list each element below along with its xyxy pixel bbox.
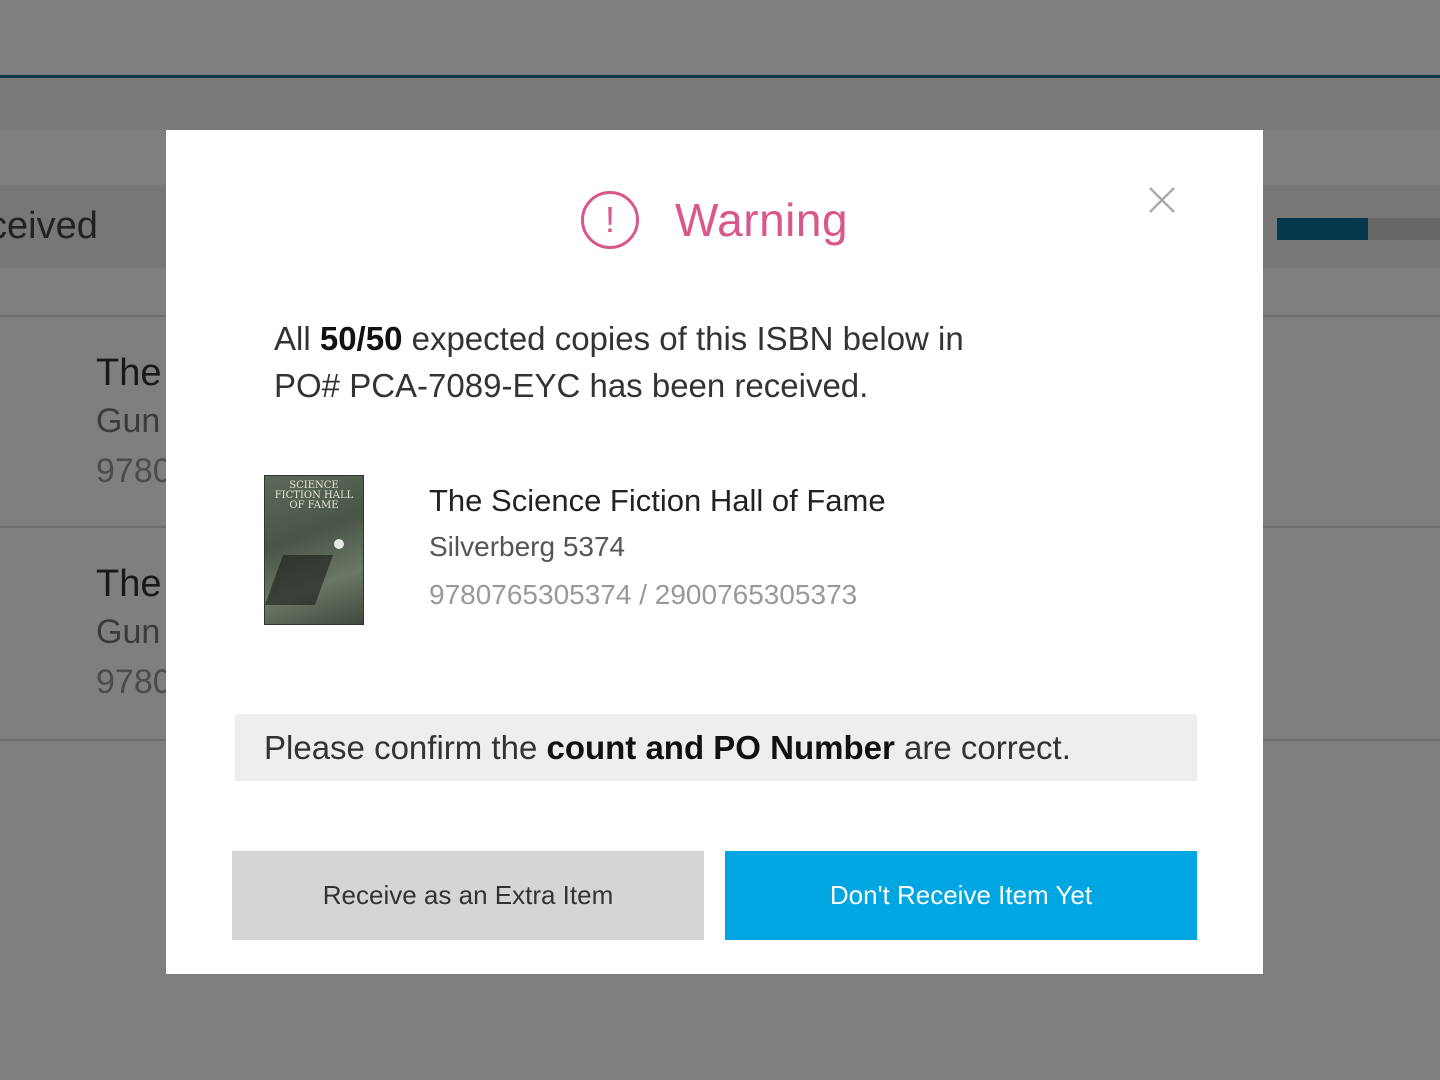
book-author: Silverberg 5374 bbox=[429, 531, 626, 562]
dialog-title: Warning bbox=[674, 194, 849, 246]
confirm-bold: count and PO Number bbox=[546, 728, 895, 766]
cover-shadow bbox=[264, 555, 334, 605]
dont-receive-button[interactable]: Don't Receive Item Yet bbox=[725, 851, 1197, 940]
confirm-notice: Please confirm the count and PO Number a… bbox=[235, 714, 1197, 781]
message-middle: expected copies of this ISBN below in bbox=[402, 320, 964, 357]
message-po-line: PO# PCA-7089-EYC has been received. bbox=[274, 367, 869, 404]
dialog-header: ! Warning bbox=[166, 185, 1263, 255]
book-info: The Science Fiction Hall of Fame Silverb… bbox=[429, 480, 1129, 618]
cover-title: SCIENCE FICTION HALL OF FAME bbox=[274, 480, 354, 511]
book-title: The Science Fiction Hall of Fame bbox=[429, 483, 886, 518]
receive-extra-button[interactable]: Receive as an Extra Item bbox=[232, 851, 704, 940]
cover-knob bbox=[334, 539, 344, 549]
exclamation-circle-icon: ! bbox=[580, 191, 639, 249]
message-prefix: All bbox=[274, 320, 320, 357]
confirm-suffix: are correct. bbox=[894, 728, 1071, 766]
book-isbns: 9780765305374 / 2900765305373 bbox=[429, 579, 858, 610]
app: ceived The Gun 9780 The Gun 9780 ! Warni… bbox=[0, 0, 1440, 1080]
warning-dialog: ! Warning All 50/50 expected copies of t… bbox=[166, 130, 1263, 974]
close-button[interactable] bbox=[1144, 182, 1180, 218]
confirm-prefix: Please confirm the bbox=[264, 728, 547, 766]
close-icon bbox=[1149, 187, 1175, 213]
warning-message: All 50/50 expected copies of this ISBN b… bbox=[274, 315, 1134, 409]
book-cover-image: SCIENCE FICTION HALL OF FAME bbox=[264, 475, 364, 625]
received-count: 50/50 bbox=[319, 320, 403, 357]
